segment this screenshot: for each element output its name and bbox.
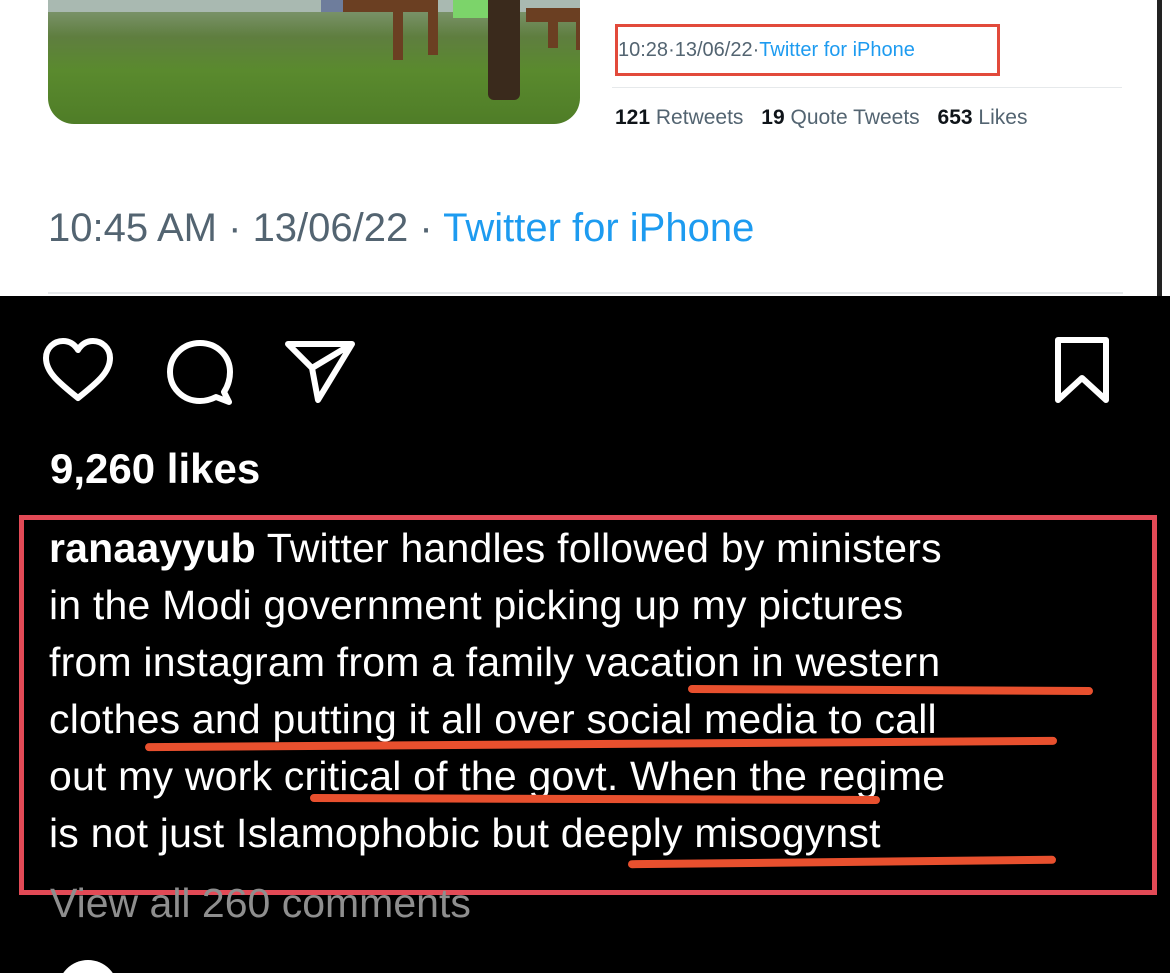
tweet-screenshot-panel: 10:28 · 13/06/22 · Twitter for iPhone 12… — [0, 0, 1170, 296]
separator: · — [408, 206, 444, 250]
quote-tweets-count[interactable]: 19 — [761, 106, 784, 129]
separator: · — [668, 38, 675, 61]
photo-bench-left — [343, 0, 433, 12]
post-action-bar — [0, 330, 1170, 410]
caption-username[interactable]: ranaayyub — [49, 525, 256, 571]
likes-count[interactable]: 653 — [938, 106, 973, 129]
photo-bench-left-leg2 — [428, 0, 438, 55]
tweet-timestamp: 10:45 AM · 13/06/22 · Twitter for iPhone — [48, 206, 754, 251]
likes-label[interactable]: Likes — [978, 106, 1027, 129]
send-icon[interactable] — [282, 336, 358, 406]
comment-icon[interactable] — [162, 336, 238, 406]
caption-text-1: Twitter handles followed by ministers — [255, 525, 942, 571]
photo-sign — [453, 0, 489, 18]
tweet-date: 13/06/22 — [252, 206, 409, 250]
heart-icon[interactable] — [40, 336, 116, 406]
view-all-comments-link[interactable]: View all 260 comments — [50, 880, 471, 927]
quoted-tweet-timestamp-highlight: 10:28 · 13/06/22 · Twitter for iPhone — [615, 24, 1000, 76]
quoted-tweet-photo[interactable] — [48, 0, 580, 124]
retweets-label[interactable]: Retweets — [656, 106, 744, 129]
caption-line-2: in the Modi government picking up my pic… — [49, 582, 904, 628]
photo-bench-left-leg — [393, 0, 403, 60]
quote-tweets-label[interactable]: Quote Tweets — [790, 106, 919, 129]
quoted-tweet-source-link[interactable]: Twitter for iPhone — [759, 39, 915, 62]
avatar — [58, 960, 118, 973]
separator: · — [217, 206, 253, 250]
quoted-tweet-stats: 121 Retweets 19 Quote Tweets 653 Likes — [615, 106, 1027, 130]
tweet-time: 10:45 AM — [48, 206, 218, 250]
photo-bench-right-leg2 — [576, 8, 580, 50]
quoted-tweet-time: 10:28 — [618, 38, 669, 61]
quoted-tweet-divider — [612, 87, 1122, 88]
photo-bench-right-leg — [548, 8, 558, 48]
separator: · — [752, 38, 760, 61]
bookmark-icon[interactable] — [1044, 336, 1120, 406]
post-likes-count[interactable]: 9,260 likes — [50, 445, 260, 493]
caption-line-3: from instagram from a family vacation in… — [49, 639, 941, 685]
caption-line-6: is not just Islamophobic but deeply miso… — [49, 810, 881, 856]
photo-tree — [488, 0, 520, 100]
tweet-divider — [48, 292, 1123, 294]
caption-line-1: ranaayyub Twitter handles followed by mi… — [49, 520, 1139, 577]
screenshot-edge — [1157, 0, 1162, 296]
tweet-source-link[interactable]: Twitter for iPhone — [443, 206, 754, 250]
retweets-count[interactable]: 121 — [615, 106, 650, 129]
quoted-tweet-date: 13/06/22 — [674, 38, 753, 61]
